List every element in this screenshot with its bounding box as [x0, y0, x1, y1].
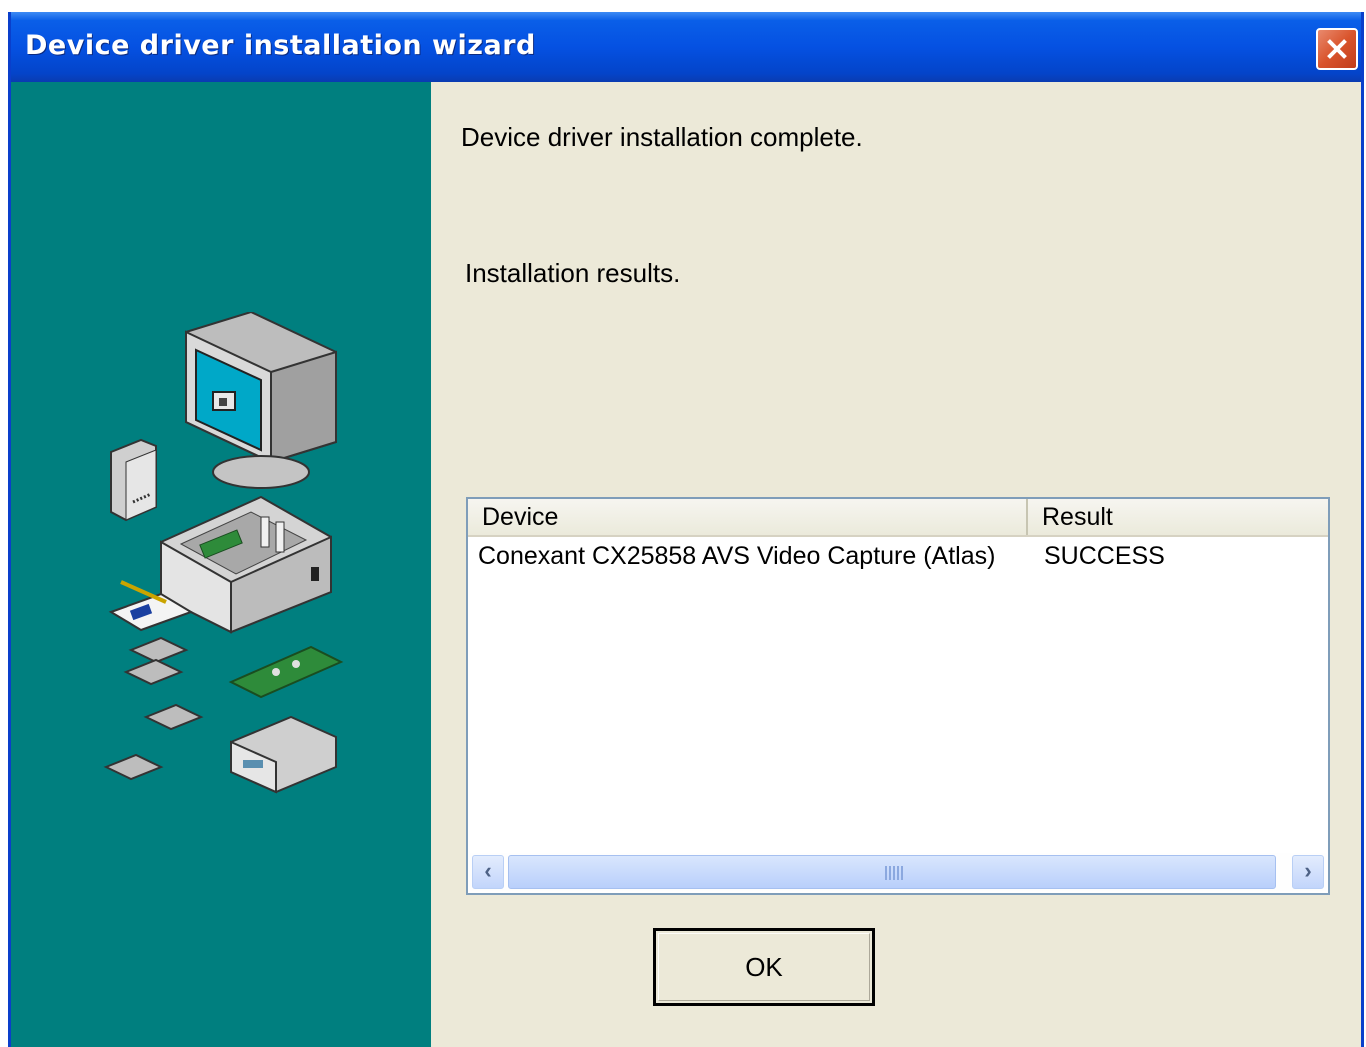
completion-message: Device driver installation complete.	[461, 122, 863, 152]
wizard-window: Device driver installation wizard Device…	[8, 12, 1364, 1047]
column-header-result[interactable]: Result	[1028, 499, 1328, 535]
drive-icon	[110, 438, 157, 522]
title-bar[interactable]: Device driver installation wizard	[11, 12, 1361, 82]
horizontal-scrollbar[interactable]: ‹ ›	[470, 853, 1326, 891]
ok-button[interactable]: OK	[653, 928, 875, 1006]
hub-icon	[230, 715, 337, 794]
expansion-card-icon	[228, 645, 344, 699]
device-name-cell: Conexant CX25858 AVS Video Capture (Atla…	[478, 542, 996, 570]
scroll-right-icon[interactable]: ›	[1292, 855, 1324, 889]
grip-icon	[885, 866, 903, 880]
scrollbar-thumb[interactable]	[508, 855, 1276, 889]
scroll-left-icon[interactable]: ‹	[472, 855, 504, 889]
close-icon[interactable]	[1316, 28, 1358, 70]
result-cell: SUCCESS	[1044, 542, 1165, 570]
wizard-side-panel	[11, 82, 431, 1047]
column-header-device[interactable]: Device	[468, 499, 1028, 535]
results-label: Installation results.	[465, 258, 681, 288]
computer-hardware-illustration	[103, 312, 344, 794]
results-list[interactable]: Device Result Conexant CX25858 AVS Video…	[466, 497, 1330, 895]
window-title: Device driver installation wizard	[25, 30, 536, 61]
table-row[interactable]: Conexant CX25858 AVS Video Capture (Atla…	[468, 537, 1328, 575]
list-header: Device Result	[468, 499, 1328, 537]
monitor-icon	[185, 312, 337, 489]
wizard-content: Device driver installation complete. Ins…	[431, 82, 1361, 1047]
floppy-disks-icon	[103, 636, 204, 781]
